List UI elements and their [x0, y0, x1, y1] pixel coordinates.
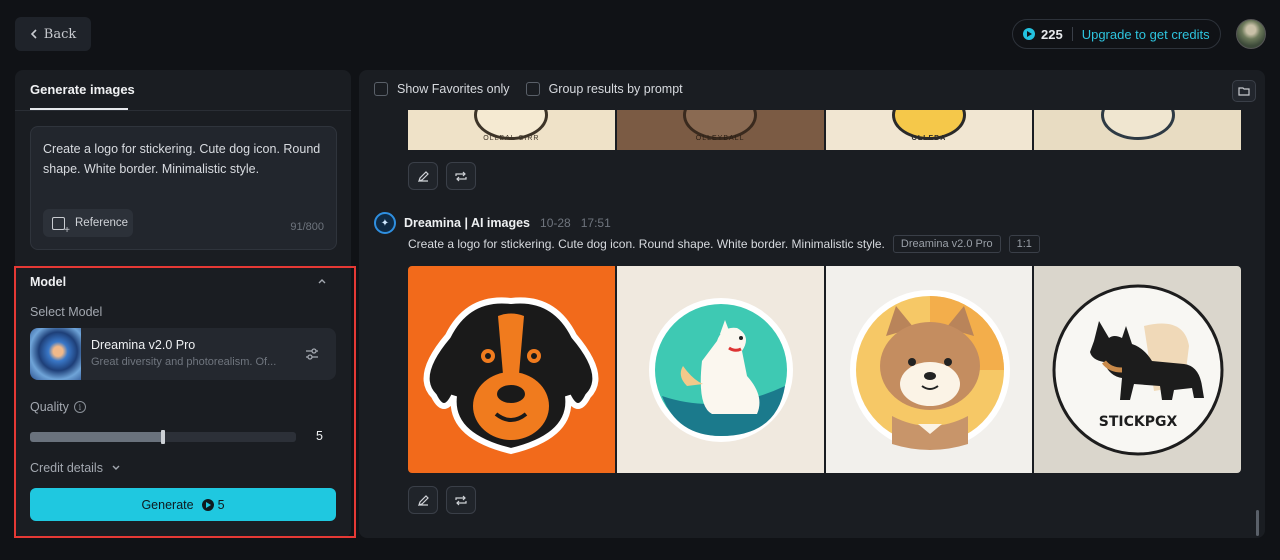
- back-label: Back: [43, 26, 77, 42]
- generate-cost: 5: [217, 497, 225, 512]
- regenerate-button[interactable]: [446, 162, 476, 190]
- model-selector[interactable]: Dreamina v2.0 Pro Great diversity and ph…: [30, 328, 336, 380]
- chevron-down-icon: [112, 465, 120, 470]
- pencil-icon: [417, 494, 429, 506]
- repeat-icon: [455, 171, 467, 181]
- badge-graphic: [1100, 110, 1175, 140]
- folder-button[interactable]: [1232, 80, 1256, 102]
- generation-source: Dreamina | AI images: [404, 216, 531, 230]
- divider: [1071, 27, 1073, 41]
- generated-image-4[interactable]: STICKPGX: [1034, 266, 1241, 473]
- result-image[interactable]: OLLEBA: [825, 110, 1033, 150]
- model-name: Dreamina v2.0 Pro: [91, 338, 196, 352]
- regenerate-button[interactable]: [446, 486, 476, 514]
- select-model-label: Select Model: [30, 305, 103, 319]
- sliders-icon[interactable]: [304, 346, 320, 362]
- pencil-icon: [417, 170, 429, 182]
- char-count: 91/800: [290, 221, 324, 233]
- generate-button[interactable]: Generate 5: [30, 488, 336, 521]
- quality-value: 5: [316, 429, 323, 443]
- generation-header: ✦ Dreamina | AI images 10-28 17:51: [374, 212, 611, 234]
- generation-time: 17:51: [580, 216, 611, 230]
- generate-panel: Generate images Create a logo for sticke…: [15, 70, 351, 538]
- sitting-dog-sticker: [648, 298, 793, 442]
- model-section-title: Model: [30, 275, 67, 289]
- generated-image-1[interactable]: [408, 266, 615, 473]
- scrollbar[interactable]: [1256, 510, 1259, 536]
- slider-fill: [30, 432, 163, 442]
- result-actions: [408, 486, 476, 514]
- shiba-face-sticker: [849, 290, 1010, 450]
- chevron-up-icon[interactable]: [316, 275, 328, 287]
- repeat-icon: [455, 495, 467, 505]
- credit-coin-icon: [1023, 28, 1035, 40]
- reference-label: Reference: [75, 217, 129, 229]
- credit-coin-icon: [201, 498, 214, 511]
- info-icon[interactable]: i: [73, 401, 86, 413]
- generated-image-2[interactable]: [616, 266, 824, 473]
- model-thumbnail: [30, 328, 81, 380]
- group-checkbox[interactable]: [525, 82, 540, 96]
- model-section: Model Select Model Dreamina v2.0 Pro Gre…: [30, 267, 336, 538]
- generation-prompt[interactable]: Create a logo for stickering. Cute dog i…: [408, 237, 885, 251]
- divider: [15, 110, 351, 111]
- dog-face-sticker: [423, 297, 599, 455]
- filter-label: Group results by prompt: [548, 82, 683, 96]
- filter-group-by-prompt[interactable]: Group results by prompt: [525, 82, 683, 96]
- result-image[interactable]: OLLBAL CIRR: [408, 110, 615, 150]
- model-tag: Dreamina v2.0 Pro: [892, 235, 1001, 253]
- previous-results-strip: OLLBAL CIRR OLLEYBALL OLLEBA: [408, 110, 1241, 150]
- dog-silhouette-sticker: STICKPGX: [1052, 284, 1224, 456]
- prompt-text[interactable]: Create a logo for stickering. Cute dog i…: [43, 139, 323, 179]
- ratio-tag: 1:1: [1008, 235, 1040, 253]
- credits-pill[interactable]: 225 Upgrade to get credits: [1012, 19, 1221, 49]
- generation-prompt-row: Create a logo for stickering. Cute dog i…: [408, 235, 1040, 253]
- badge-text: OLLEBA: [911, 135, 947, 142]
- slider-handle[interactable]: [161, 430, 165, 444]
- quality-text: Quality: [30, 400, 69, 414]
- edit-button[interactable]: [408, 486, 438, 514]
- result-image[interactable]: [1034, 110, 1241, 150]
- dreamina-logo-icon: ✦: [374, 212, 396, 234]
- credit-details-toggle[interactable]: Credit details: [30, 461, 121, 475]
- sticker-caption: STICKPGX: [1099, 414, 1178, 430]
- model-description: Great diversity and photorealism. Of...: [91, 356, 277, 368]
- filter-label: Show Favorites only: [397, 82, 510, 96]
- quality-label: Quality i: [30, 400, 86, 414]
- upgrade-link[interactable]: Upgrade to get credits: [1082, 27, 1210, 42]
- generate-label: Generate: [141, 497, 194, 512]
- badge-text: OLLEYBALL: [695, 135, 745, 142]
- result-image[interactable]: OLLEYBALL: [616, 110, 824, 150]
- add-image-icon: [52, 216, 70, 236]
- generated-images: STICKPGX: [408, 266, 1241, 473]
- favorites-checkbox[interactable]: [374, 82, 388, 96]
- credits-count: 225: [1041, 26, 1063, 42]
- edit-button[interactable]: [408, 162, 438, 190]
- generated-image-3[interactable]: [825, 266, 1033, 473]
- filter-row: Show Favorites only Group results by pro…: [374, 82, 683, 96]
- quality-slider[interactable]: [30, 430, 296, 444]
- generation-date: 10-28: [540, 216, 571, 230]
- tab-generate-images[interactable]: Generate images: [30, 82, 135, 97]
- filter-favorites[interactable]: Show Favorites only: [374, 82, 510, 96]
- prompt-input[interactable]: Create a logo for stickering. Cute dog i…: [30, 126, 337, 250]
- reference-button[interactable]: Reference: [43, 209, 133, 237]
- credit-details-label: Credit details: [30, 461, 103, 475]
- chevron-left-icon: [30, 29, 37, 39]
- result-actions: [408, 162, 476, 190]
- badge-text: OLLBAL CIRR: [483, 135, 540, 142]
- back-button[interactable]: Back: [15, 17, 91, 51]
- avatar[interactable]: [1236, 19, 1266, 49]
- results-panel: Show Favorites only Group results by pro…: [359, 70, 1265, 538]
- folder-icon: [1238, 87, 1250, 96]
